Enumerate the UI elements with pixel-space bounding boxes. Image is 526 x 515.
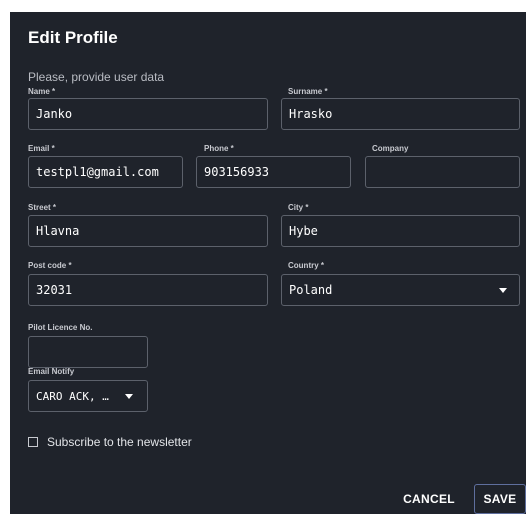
- country-value: Poland: [289, 283, 333, 297]
- pilot-licence-field[interactable]: [28, 336, 148, 368]
- chevron-down-icon: [499, 288, 507, 293]
- newsletter-checkbox[interactable]: [28, 437, 38, 447]
- phone-label: Phone *: [204, 144, 234, 153]
- street-field[interactable]: Hlavna: [28, 215, 268, 247]
- surname-label: Surname *: [288, 87, 328, 96]
- email-value: testpl1@gmail.com: [36, 165, 159, 179]
- country-select[interactable]: Poland: [281, 274, 520, 306]
- dialog-title: Edit Profile: [28, 28, 118, 47]
- email-notify-select[interactable]: CARO ACK, …: [28, 380, 148, 412]
- email-notify-value: CARO ACK, …: [36, 390, 109, 403]
- email-notify-label: Email Notify: [28, 367, 75, 376]
- chevron-down-icon: [125, 394, 133, 399]
- name-field[interactable]: Janko: [28, 98, 268, 130]
- company-label: Company: [372, 144, 409, 153]
- email-field[interactable]: testpl1@gmail.com: [28, 156, 183, 188]
- name-value: Janko: [36, 107, 73, 121]
- street-label: Street *: [28, 203, 57, 212]
- cancel-button[interactable]: CANCEL: [389, 485, 469, 515]
- postcode-value: 32031: [36, 283, 73, 297]
- save-button[interactable]: SAVE: [474, 484, 526, 514]
- postcode-field[interactable]: 32031: [28, 274, 268, 306]
- name-label: Name *: [28, 87, 56, 96]
- phone-value: 903156933: [204, 165, 270, 179]
- surname-value: Hrasko: [289, 107, 333, 121]
- street-value: Hlavna: [36, 224, 80, 238]
- dialog-subtitle: Please, provide user data: [28, 70, 165, 84]
- company-field[interactable]: [365, 156, 520, 188]
- city-label: City *: [288, 203, 309, 212]
- country-label: Country *: [288, 261, 324, 270]
- edit-profile-dialog: Edit Profile Please, provide user data N…: [10, 12, 526, 514]
- email-label: Email *: [28, 144, 55, 153]
- phone-field[interactable]: 903156933: [196, 156, 351, 188]
- surname-field[interactable]: Hrasko: [281, 98, 520, 130]
- city-value: Hybe: [289, 224, 318, 238]
- newsletter-label: Subscribe to the newsletter: [47, 435, 192, 449]
- pilot-licence-label: Pilot Licence No.: [28, 323, 93, 332]
- city-field[interactable]: Hybe: [281, 215, 520, 247]
- postcode-label: Post code *: [28, 261, 72, 270]
